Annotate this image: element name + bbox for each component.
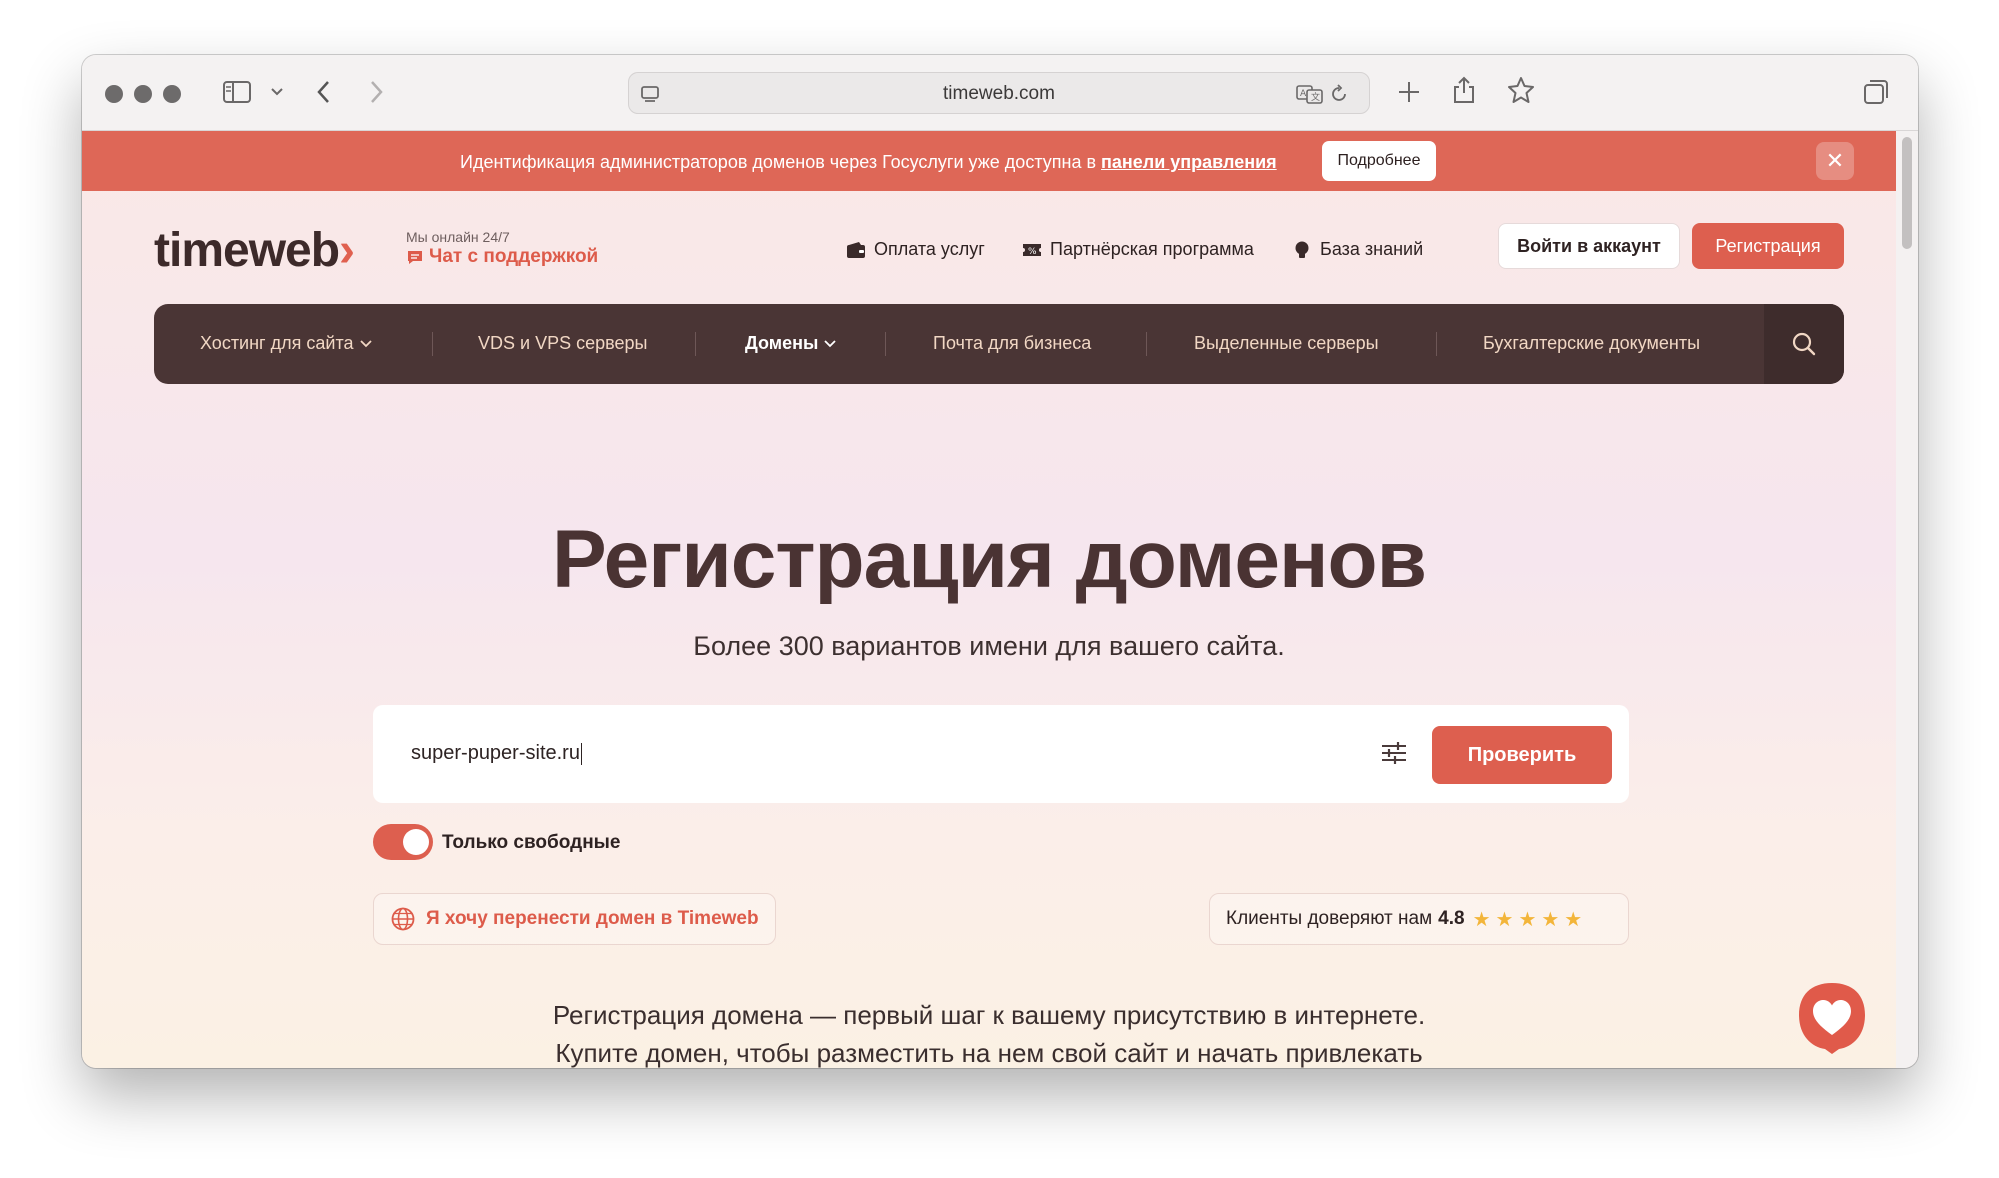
toggle-knob (403, 829, 429, 855)
feedback-heart-button[interactable] (1795, 979, 1869, 1055)
transfer-domain-link[interactable]: Я хочу перенести домен в Timeweb (373, 893, 776, 945)
trust-text: Клиенты доверяют нам (1226, 908, 1433, 929)
scrollbar-thumb[interactable] (1902, 137, 1912, 249)
reload-icon[interactable] (1329, 84, 1349, 104)
nav-vds-label: VDS и VPS серверы (478, 333, 648, 353)
browser-toolbar: timeweb.com A文 (82, 55, 1918, 131)
nav-hosting-label: Хостинг для сайта (200, 333, 354, 353)
wallet-icon (847, 241, 865, 258)
chevron-down-icon (824, 339, 837, 347)
control-panel-link[interactable]: панели управления (1101, 152, 1277, 172)
nav-mail-label: Почта для бизнеса (933, 333, 1092, 353)
search-button[interactable] (1764, 304, 1844, 384)
nav-hosting[interactable]: Хостинг для сайта (200, 333, 372, 354)
banner-close-button[interactable]: ✕ (1816, 142, 1854, 180)
trust-rating-badge: Клиенты доверяют нам 4.8 ★★★★★ (1209, 893, 1629, 945)
search-icon (1792, 332, 1816, 356)
nav-divider (1436, 332, 1437, 356)
announcement-banner: Идентификация администраторов доменов че… (82, 131, 1896, 191)
translate-icon[interactable]: A文 (1296, 83, 1324, 105)
close-window-button[interactable] (105, 85, 123, 103)
page-scrollbar[interactable] (1896, 131, 1918, 1068)
banner-text: Идентификация администраторов доменов че… (460, 152, 1277, 173)
lightbulb-icon (1295, 241, 1309, 258)
new-tab-icon[interactable] (1396, 79, 1422, 105)
share-icon[interactable] (1451, 75, 1477, 105)
nav-dedicated[interactable]: Выделенные серверы (1194, 333, 1379, 354)
forward-icon[interactable] (368, 79, 384, 105)
partner-program-link[interactable]: % Партнёрская программа (1022, 239, 1254, 260)
nav-divider (432, 332, 433, 356)
nav-accounting-label: Бухгалтерские документы (1483, 333, 1701, 353)
banner-message: Идентификация администраторов доменов че… (460, 152, 1102, 172)
nav-divider (1146, 332, 1147, 356)
globe-icon (391, 907, 415, 931)
ticket-icon: % (1023, 243, 1041, 257)
chevron-down-icon[interactable] (270, 87, 284, 97)
rating-stars: ★★★★★ (1472, 908, 1588, 931)
nav-dedicated-label: Выделенные серверы (1194, 333, 1379, 353)
text-caret (580, 742, 582, 765)
url-text[interactable]: timeweb.com (629, 83, 1369, 105)
rating-value: 4.8 (1438, 908, 1465, 929)
payment-link[interactable]: Оплата услуг (846, 239, 985, 260)
check-domain-button[interactable]: Проверить (1432, 726, 1612, 784)
chevron-down-icon (359, 339, 372, 347)
close-icon: ✕ (1825, 148, 1845, 173)
browser-window: timeweb.com A文 Идентификация администрат… (82, 55, 1918, 1068)
knowledge-base-link[interactable]: База знаний (1292, 239, 1423, 260)
logo-text: timeweb (154, 224, 340, 277)
nav-domains-label: Домены (745, 333, 819, 353)
svg-text:%: % (1028, 247, 1037, 257)
nav-divider (885, 332, 886, 356)
nav-divider (695, 332, 696, 356)
chat-link-label: Чат с поддержкой (429, 246, 599, 267)
payment-label: Оплата услуг (874, 239, 985, 259)
intro-line-1: Регистрация домена — первый шаг к вашему… (552, 1000, 1426, 1030)
support-chat-link[interactable]: Чат с поддержкой (406, 246, 598, 268)
page-subtitle: Более 300 вариантов имени для вашего сай… (693, 631, 1285, 661)
register-button[interactable]: Регистрация (1692, 223, 1844, 269)
transfer-label: Я хочу перенести домен в Timeweb (426, 908, 759, 929)
page-title: Регистрация доменов (551, 514, 1427, 605)
domain-search-value: super-puper-site.ru (411, 742, 580, 764)
nav-domains[interactable]: Домены (745, 333, 837, 354)
timeweb-logo[interactable]: timeweb› (154, 223, 355, 278)
nav-vds[interactable]: VDS и VPS серверы (478, 333, 647, 354)
tab-overview-icon[interactable] (1862, 78, 1890, 106)
page-content: Идентификация администраторов доменов че… (82, 131, 1896, 1068)
heart-chat-icon (1799, 983, 1865, 1054)
logo-arrow-icon: › (339, 224, 355, 277)
knowledge-label: База знаний (1320, 239, 1424, 259)
address-bar[interactable]: timeweb.com A文 (628, 72, 1370, 114)
svg-text:A: A (1300, 89, 1307, 99)
intro-line-2: Купите домен, чтобы разместить на нем св… (555, 1038, 1423, 1068)
nav-accounting[interactable]: Бухгалтерские документы (1483, 333, 1700, 354)
main-navigation: Хостинг для сайта VDS и VPS серверы Доме… (154, 304, 1844, 384)
free-only-toggle[interactable] (373, 824, 433, 860)
chat-bubble-icon (408, 250, 422, 264)
domain-search-box: super-puper-site.ru Проверить (373, 705, 1629, 803)
zoom-window-button[interactable] (163, 85, 181, 103)
filter-settings-icon[interactable] (1379, 739, 1409, 772)
bookmark-star-icon[interactable] (1507, 76, 1535, 104)
login-button[interactable]: Войти в аккаунт (1498, 223, 1680, 269)
sidebar-toggle-icon[interactable] (222, 79, 252, 105)
banner-more-button[interactable]: Подробнее (1322, 141, 1436, 181)
intro-text: Регистрация домена — первый шаг к вашему… (82, 996, 1896, 1068)
domain-search-input[interactable]: super-puper-site.ru (411, 742, 582, 765)
svg-text:文: 文 (1311, 91, 1320, 103)
minimize-window-button[interactable] (134, 85, 152, 103)
back-icon[interactable] (316, 79, 332, 105)
free-only-label[interactable]: Только свободные (442, 832, 620, 854)
online-status: Мы онлайн 24/7 (406, 229, 510, 245)
nav-mail[interactable]: Почта для бизнеса (933, 333, 1091, 354)
partner-label: Партнёрская программа (1050, 239, 1254, 259)
